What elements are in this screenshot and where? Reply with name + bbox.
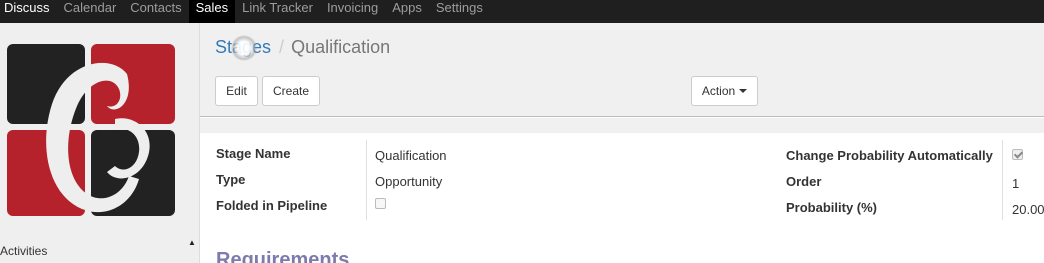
loading-spinner-icon — [231, 35, 257, 61]
action-label: Action — [701, 84, 736, 98]
field-divider — [1002, 140, 1003, 220]
sidebar: Activities ▲ — [0, 23, 200, 263]
top-menu-bar: Discuss Calendar Contacts Sales Link Tra… — [0, 0, 1044, 23]
type-label: Type — [216, 172, 246, 187]
activities-label[interactable]: Activities — [0, 244, 47, 258]
chevron-down-icon — [739, 89, 748, 93]
menu-invoicing[interactable]: Invoicing — [320, 0, 385, 23]
probability-label: Probability (%) — [786, 200, 878, 215]
edit-button[interactable]: Edit — [215, 76, 258, 106]
control-panel: Stages / Qualification Edit Create Actio… — [200, 23, 1044, 117]
type-value[interactable]: Opportunity — [375, 174, 442, 189]
order-value[interactable]: 1 — [1012, 176, 1019, 191]
menu-discuss[interactable]: Discuss — [0, 0, 57, 23]
create-button[interactable]: Create — [262, 76, 320, 106]
caret-up-icon[interactable]: ▲ — [188, 238, 196, 247]
stage-name-value[interactable]: Qualification — [375, 148, 447, 163]
menu-sales[interactable]: Sales — [188, 0, 236, 23]
folded-in-pipeline-label: Folded in Pipeline — [216, 198, 328, 213]
menu-apps[interactable]: Apps — [385, 0, 429, 23]
company-logo[interactable] — [7, 44, 175, 216]
probability-value[interactable]: 20.00 — [1012, 202, 1044, 217]
order-label: Order — [786, 174, 822, 189]
change-probability-label: Change Probability Automatically — [786, 148, 993, 163]
folded-in-pipeline-checkbox[interactable] — [375, 198, 386, 209]
menu-contacts[interactable]: Contacts — [123, 0, 188, 23]
change-probability-checkbox[interactable] — [1012, 149, 1023, 160]
field-divider — [366, 140, 367, 220]
requirements-section-title: Requirements — [216, 249, 350, 263]
menu-settings[interactable]: Settings — [429, 0, 490, 23]
menu-calendar[interactable]: Calendar — [57, 0, 124, 23]
stage-name-label: Stage Name — [216, 146, 291, 161]
menu-link-tracker[interactable]: Link Tracker — [235, 0, 320, 23]
breadcrumb-current: Qualification — [291, 37, 391, 57]
breadcrumb-separator: / — [279, 37, 285, 57]
action-dropdown-button[interactable]: Action — [691, 76, 758, 106]
